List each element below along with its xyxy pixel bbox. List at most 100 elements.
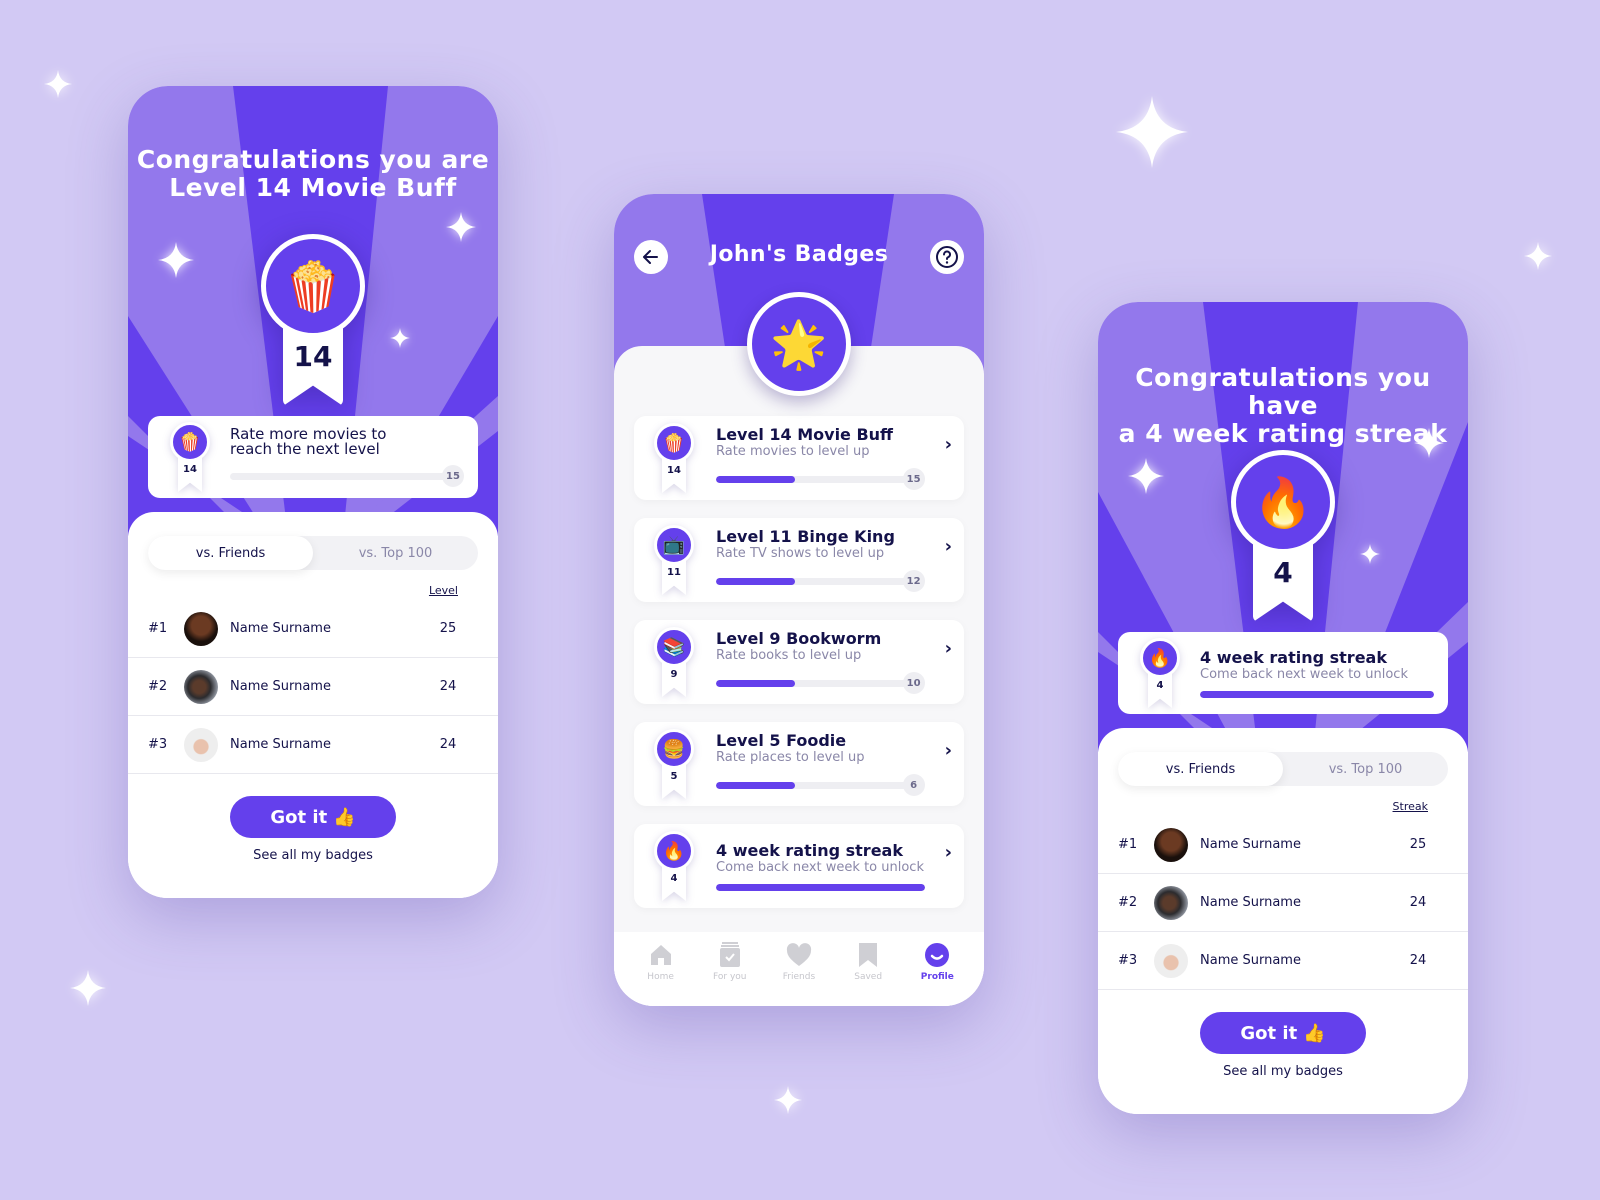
- mini-badge-level: 14: [183, 464, 197, 475]
- for-you-icon: [717, 942, 743, 968]
- sparkle-icon: [158, 242, 194, 278]
- progress-bar: [716, 781, 915, 789]
- tab-saved[interactable]: Saved: [838, 942, 898, 982]
- question-circle-icon: [936, 246, 958, 268]
- avatar: [1154, 885, 1188, 920]
- progress-bar: [1200, 690, 1434, 698]
- user-name: Name Surname: [1200, 895, 1301, 910]
- got-it-label: Got it: [1240, 1022, 1298, 1044]
- home-icon: [648, 942, 674, 968]
- got-it-button[interactable]: Got it 👍: [1200, 1012, 1366, 1054]
- badge-card[interactable]: 11 📺 Level 11 Binge King Rate TV shows t…: [634, 518, 964, 602]
- next-level-number: 15: [442, 465, 464, 487]
- fire-icon: 🔥: [1231, 450, 1335, 554]
- leaderboard-sheet: vs. Friends vs. Top 100 Level #1 Name Su…: [128, 512, 498, 898]
- badge-card[interactable]: 5 🍔 Level 5 Foodie Rate places to level …: [634, 722, 964, 806]
- leaderboard-row[interactable]: #3 Name Surname 24: [1098, 932, 1468, 990]
- mini-level-badge: 4 🔥: [1138, 638, 1182, 708]
- mini-level-badge: 11 📺: [652, 525, 696, 595]
- got-it-button[interactable]: Got it 👍: [230, 796, 396, 838]
- next-level-number: 10: [902, 672, 925, 694]
- rank: #3: [148, 737, 168, 752]
- column-header-streak[interactable]: Streak: [1098, 800, 1468, 816]
- tab-vs-top-100[interactable]: vs. Top 100: [313, 536, 478, 570]
- title-line-2: Level 14 Movie Buff: [169, 173, 457, 202]
- mini-level-badge: 5 🍔: [652, 729, 696, 799]
- user-streak: 25: [1409, 837, 1427, 852]
- chevron-right-icon: ›: [944, 434, 952, 455]
- avatar: [1154, 827, 1188, 862]
- glowing-star-icon: 🌟: [747, 292, 851, 396]
- hero-section: Congratulations you have a 4 week rating…: [1098, 302, 1468, 752]
- progress-row: 10: [716, 672, 925, 694]
- leaderboard-row[interactable]: #3 Name Surname 24: [128, 716, 498, 774]
- badge-level-number: 4: [1273, 556, 1293, 589]
- sparkle-icon: [1414, 428, 1444, 458]
- avatar: [184, 611, 218, 646]
- title-line-1: Congratulations you have: [1135, 363, 1431, 420]
- tab-friends[interactable]: Friends: [769, 942, 829, 982]
- tab-for-you[interactable]: For you: [700, 942, 760, 982]
- tab-vs-friends[interactable]: vs. Friends: [148, 536, 313, 570]
- leaderboard-list: #1 Name Surname 25 #2 Name Surname 24 #3…: [1098, 816, 1468, 990]
- next-level-number: 6: [902, 774, 925, 796]
- badge-card[interactable]: 4 🔥 4 week rating streak Come back next …: [634, 824, 964, 908]
- badge-subtitle: Rate places to level up: [716, 750, 865, 765]
- page-title: John's Badges: [709, 242, 889, 267]
- rank: #1: [1118, 837, 1138, 852]
- books-icon: 📚: [654, 627, 694, 667]
- badge-title: 4 week rating streak: [716, 840, 903, 860]
- progress-row: [716, 883, 925, 891]
- tab-vs-friends[interactable]: vs. Friends: [1118, 752, 1283, 786]
- leaderboard-toggle: vs. Friends vs. Top 100: [1118, 752, 1448, 786]
- hero-section: Congratulations you are Level 14 Movie B…: [128, 86, 498, 536]
- progress-fill: [716, 577, 796, 585]
- card-text-line-2: reach the next level: [230, 440, 380, 458]
- badge-title: Level 9 Bookworm: [716, 629, 882, 648]
- leaderboard-sheet: vs. Friends vs. Top 100 Streak #1 Name S…: [1098, 728, 1468, 1114]
- see-all-badges-link[interactable]: See all my badges: [128, 848, 498, 863]
- level-badge: 14 🍿: [261, 234, 365, 406]
- tab-label: For you: [713, 972, 747, 982]
- progress-bar: [230, 472, 454, 480]
- progress-bar: [716, 883, 925, 891]
- sparkle-decoration: [774, 1086, 802, 1114]
- help-button[interactable]: [930, 240, 964, 274]
- user-level: 24: [439, 679, 457, 694]
- sparkle-icon: [1360, 544, 1380, 564]
- tab-home[interactable]: Home: [631, 942, 691, 982]
- chevron-right-icon: ›: [944, 536, 952, 557]
- badge-card[interactable]: 9 📚 Level 9 Bookworm Rate books to level…: [634, 620, 964, 704]
- thumbs-up-icon: 👍: [1303, 1022, 1326, 1044]
- card-body: Rate more movies to reach the next level…: [230, 427, 464, 487]
- card-title: 4 week rating streak: [1200, 647, 1387, 667]
- got-it-label: Got it: [270, 806, 328, 828]
- leaderboard-row[interactable]: #2 Name Surname 24: [1098, 874, 1468, 932]
- chevron-right-icon: ›: [944, 740, 952, 761]
- progress-fill: [1200, 690, 1434, 698]
- card-body: Level 5 Foodie Rate places to level up 6: [716, 732, 925, 796]
- leaderboard-row[interactable]: #1 Name Surname 25: [1098, 816, 1468, 874]
- sparkle-decoration: [44, 70, 72, 98]
- badge-level-number: 14: [293, 340, 333, 373]
- tab-profile[interactable]: Profile: [907, 942, 967, 982]
- user-streak: 24: [1409, 953, 1427, 968]
- card-subtitle: Come back next week to unlock: [1200, 666, 1408, 682]
- mini-badge-level: 5: [670, 771, 678, 782]
- column-header-level[interactable]: Level: [128, 584, 498, 600]
- see-all-badges-link[interactable]: See all my badges: [1098, 1064, 1468, 1079]
- sparkle-decoration: [70, 970, 106, 1006]
- user-name: Name Surname: [1200, 837, 1301, 852]
- avatar: [184, 727, 218, 762]
- leaderboard-row[interactable]: #1 Name Surname 25: [128, 600, 498, 658]
- progress-row: 15: [716, 468, 925, 490]
- progress-row: [1200, 690, 1434, 698]
- badge-title: Level 14 Movie Buff: [716, 425, 894, 444]
- leaderboard-toggle: vs. Friends vs. Top 100: [148, 536, 478, 570]
- badge-subtitle: Rate movies to level up: [716, 444, 870, 459]
- leaderboard-row[interactable]: #2 Name Surname 24: [128, 658, 498, 716]
- popcorn-icon: 🍿: [261, 234, 365, 338]
- badge-subtitle: Come back next week to unlock: [716, 859, 924, 875]
- tab-vs-top-100[interactable]: vs. Top 100: [1283, 752, 1448, 786]
- badge-card[interactable]: 14 🍿 Level 14 Movie Buff Rate movies to …: [634, 416, 964, 500]
